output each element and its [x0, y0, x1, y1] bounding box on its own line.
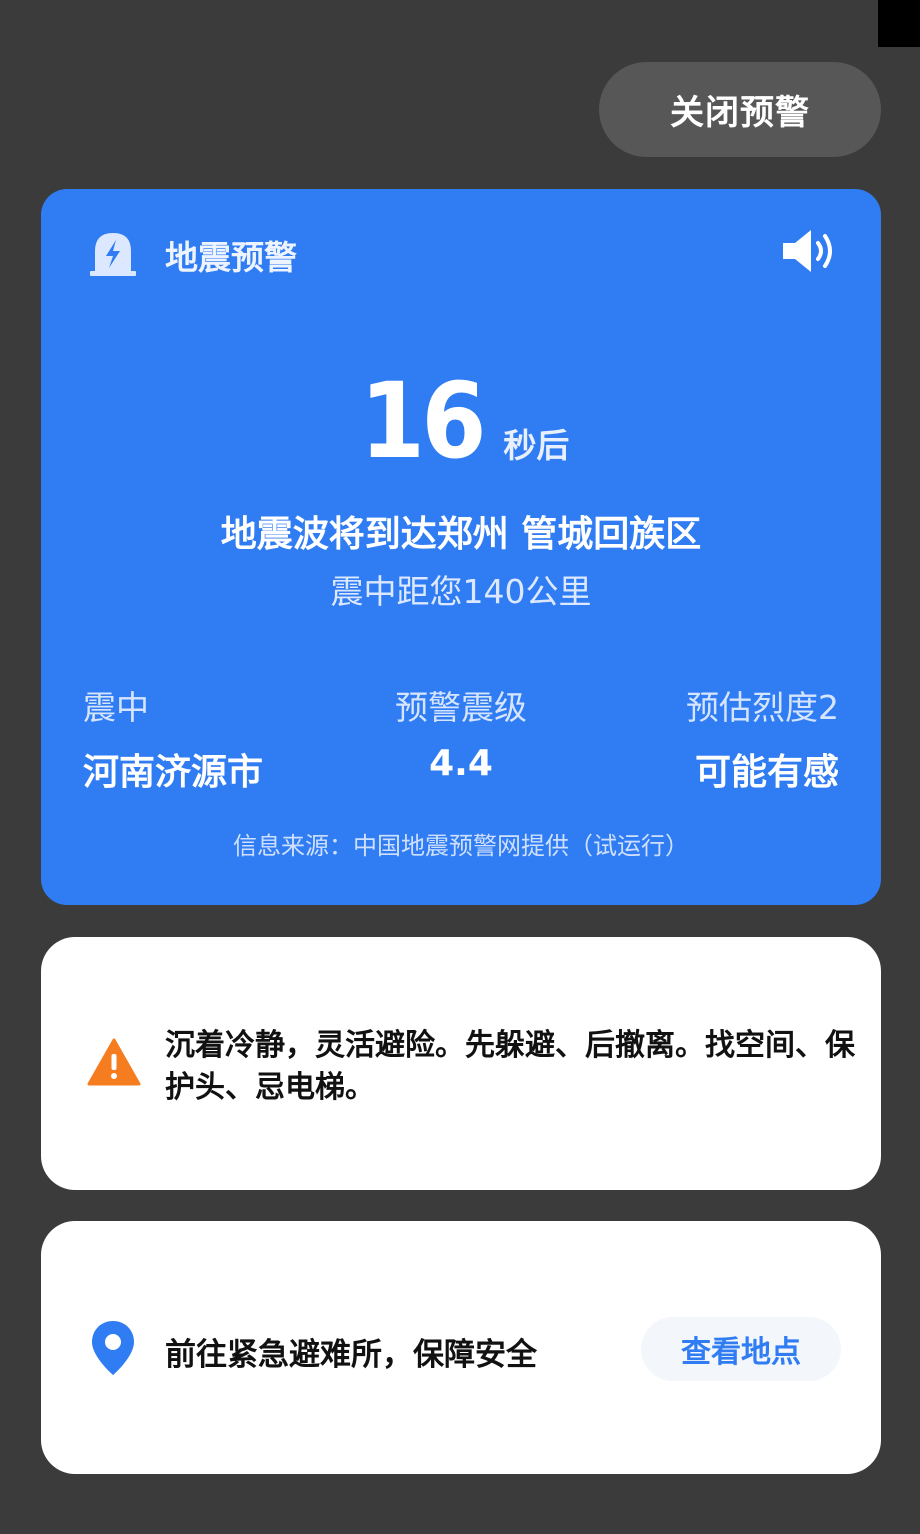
epicenter-value: 河南济源市: [83, 752, 264, 793]
earthquake-alert-card: 地震预警 16 秒后 地震波将到达郑州 管城回族区 震中距您140公里 震中 河…: [41, 189, 881, 905]
location-pin-icon: [92, 1321, 134, 1375]
intensity-value: 可能有感: [694, 752, 839, 793]
status-bar-fragment: [878, 0, 920, 47]
safety-tip-text: 沉着冷静，灵活避险。先躲避、后撤离。找空间、保护头、忌电梯。: [165, 1028, 855, 1105]
view-location-button[interactable]: 查看地点: [641, 1317, 841, 1381]
magnitude-value: 4.4: [429, 743, 493, 784]
epicenter-label: 震中: [83, 688, 149, 727]
speaker-icon[interactable]: [779, 225, 839, 277]
intensity-label: 预估烈度2: [686, 688, 839, 727]
close-alert-button[interactable]: 关闭预警: [599, 62, 881, 157]
intensity-stat: 预估烈度2 可能有感: [686, 681, 839, 795]
countdown: 16 秒后: [41, 369, 881, 473]
earthquake-alert-icon: [90, 233, 136, 276]
countdown-value: 16: [359, 360, 486, 482]
magnitude-label: 预警震级: [395, 688, 527, 727]
shelter-text: 前往紧急避难所，保障安全: [165, 1337, 537, 1373]
distance-text: 震中距您140公里: [330, 572, 592, 611]
warning-triangle-icon: [87, 1038, 141, 1086]
alert-title: 地震预警: [165, 238, 297, 277]
countdown-unit: 秒后: [503, 426, 570, 465]
epicenter-stat: 震中 河南济源市: [83, 681, 263, 795]
arrival-text: 地震波将到达郑州 管城回族区: [220, 514, 702, 555]
shelter-card: 前往紧急避难所，保障安全 查看地点: [41, 1221, 881, 1474]
magnitude-stat: 预警震级 4.4: [361, 681, 561, 784]
safety-tip-card: 沉着冷静，灵活避险。先躲避、后撤离。找空间、保护头、忌电梯。: [41, 937, 881, 1190]
source-text: 信息来源：中国地震预警网提供（试运行）: [233, 832, 689, 860]
